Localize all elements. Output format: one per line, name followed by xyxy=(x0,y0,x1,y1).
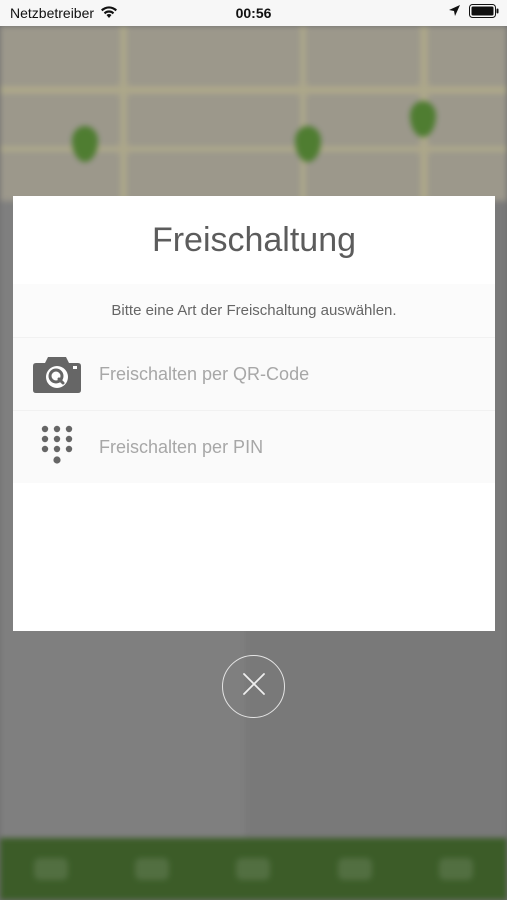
unlock-qr-label: Freischalten per QR-Code xyxy=(99,363,310,384)
keypad-icon xyxy=(31,425,83,469)
close-button[interactable] xyxy=(222,655,285,718)
unlock-pin-label: Freischalten per PIN xyxy=(99,436,264,457)
status-right xyxy=(448,3,499,23)
wifi-icon xyxy=(100,5,118,22)
battery-icon xyxy=(469,3,499,23)
status-left: Netzbetreiber xyxy=(10,5,118,22)
dialog-title: Freischaltung xyxy=(151,220,357,259)
camera-qr-icon xyxy=(31,352,83,396)
location-arrow-icon xyxy=(448,4,461,22)
carrier-label: Netzbetreiber xyxy=(10,5,95,21)
close-icon xyxy=(242,672,266,701)
dialog-subtitle: Bitte eine Art der Freischaltung auswähl… xyxy=(13,284,495,337)
status-bar: Netzbetreiber 00:56 xyxy=(0,0,507,26)
unlock-dialog: Freischaltung Bitte eine Art der Freisch… xyxy=(13,196,495,631)
unlock-pin-option[interactable]: Freischalten per PIN xyxy=(13,410,495,483)
unlock-qr-option[interactable]: Freischalten per QR-Code xyxy=(13,337,495,410)
